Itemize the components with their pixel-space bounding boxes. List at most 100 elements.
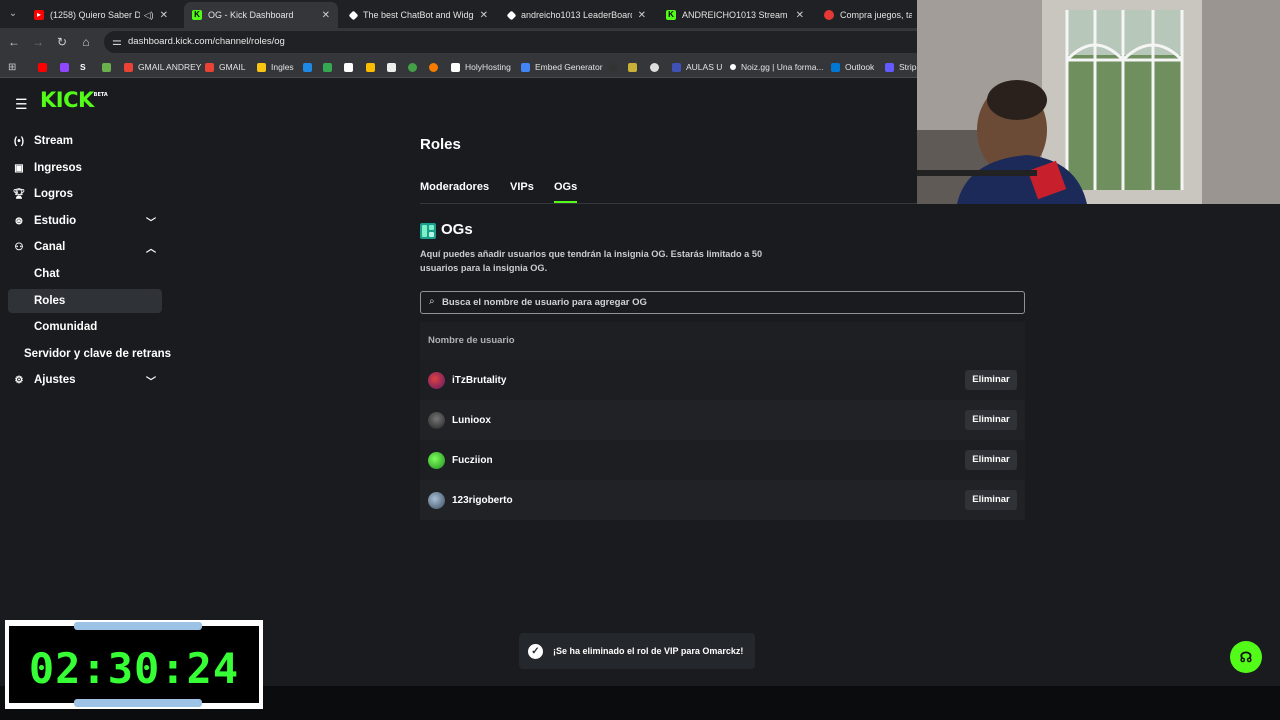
sidebar-item-chat[interactable]: Chat	[8, 262, 162, 286]
sidebar-item-ingresos[interactable]: ▣ Ingresos	[8, 156, 162, 180]
bookmark-outlook[interactable]: Outlook	[831, 60, 874, 74]
search-input[interactable]	[442, 295, 1002, 310]
app-icon	[628, 62, 637, 72]
support-chat-icon[interactable]: ☊	[1230, 641, 1262, 673]
site-info-icon[interactable]: ⚌	[112, 35, 122, 48]
streamelements-icon	[348, 10, 359, 20]
bookmark-white[interactable]	[344, 60, 358, 74]
bookmark-dark[interactable]	[387, 60, 401, 74]
bookmark-gmail[interactable]: GMAIL	[205, 60, 245, 74]
tab-close-icon[interactable]: ✕	[796, 10, 804, 21]
bookmark-twitch[interactable]	[60, 60, 74, 74]
sidebar-item-servidor[interactable]: Servidor y clave de retrans	[8, 342, 178, 366]
browser-tab[interactable]: K ANDREICHO1013 Stream - Wa ✕	[658, 2, 812, 28]
school-icon	[672, 62, 681, 72]
reload-icon[interactable]: ↻	[54, 34, 70, 50]
sidebar-item-comunidad[interactable]: Comunidad	[8, 315, 162, 339]
url-field[interactable]: ⚌ dashboard.kick.com/channel/roles/og	[104, 31, 934, 53]
back-icon[interactable]: ←	[6, 34, 22, 50]
apps-icon[interactable]: ⊞	[8, 60, 16, 74]
tab-close-icon[interactable]: ✕	[480, 10, 488, 21]
bookmark-s[interactable]: S	[80, 60, 86, 74]
trophy-icon: 🏆︎	[12, 188, 26, 200]
bookmark-youtube[interactable]	[38, 60, 52, 74]
remove-button[interactable]: Eliminar	[965, 370, 1017, 390]
tab-moderadores[interactable]: Moderadores	[420, 181, 489, 193]
bookmark-aulas[interactable]: AULAS U	[672, 60, 722, 74]
browser-tab[interactable]: The best ChatBot and Widgets ✕	[342, 2, 496, 28]
og-users-table: Nombre de usuario iTzBrutality Eliminar …	[420, 322, 1025, 520]
v-icon	[102, 62, 111, 72]
bookmark-noiz[interactable]: Noiz.gg | Una forma...	[730, 60, 824, 74]
browser-tab-active[interactable]: K OG - Kick Dashboard ✕	[184, 2, 338, 28]
tab-search-icon[interactable]: ⌄	[4, 5, 22, 23]
app-icon	[303, 62, 312, 72]
forward-icon[interactable]: →	[30, 34, 46, 50]
timer-top-bar	[74, 622, 202, 630]
toast-notification: ✓ ¡Se ha eliminado el rol de VIP para Om…	[519, 633, 755, 669]
bookmark-github[interactable]	[650, 60, 664, 74]
browser-tab[interactable]: Compra juegos, tarjeta	[816, 2, 920, 28]
tab-close-icon[interactable]: ✕	[322, 10, 330, 21]
tab-close-icon[interactable]: ✕	[638, 10, 646, 21]
sidebar-item-canal[interactable]: ⚇ Canal ︿	[8, 235, 162, 259]
bookmark-green[interactable]	[408, 60, 422, 74]
bookmark-holyhosting[interactable]: HolyHosting	[451, 60, 511, 74]
tab-vips[interactable]: VIPs	[510, 181, 534, 193]
gmail-icon	[124, 62, 133, 72]
noiz-icon	[730, 64, 736, 70]
audio-icon[interactable]: ◁)	[144, 10, 154, 21]
gmail-icon	[205, 62, 214, 72]
embed-icon	[521, 62, 530, 72]
home-icon[interactable]: ⌂	[78, 34, 94, 50]
avatar	[428, 491, 445, 509]
webcam-overlay	[917, 0, 1280, 204]
check-icon: ✓	[528, 643, 543, 659]
bookmark-gmail-andrey[interactable]: GMAIL ANDREY	[124, 60, 201, 74]
gear-icon: ⚙	[14, 374, 24, 386]
avatar	[428, 371, 445, 389]
timer-bottom-bar	[74, 699, 202, 707]
github-icon	[650, 62, 659, 72]
webcam-image	[917, 0, 1280, 204]
remove-button[interactable]: Eliminar	[965, 410, 1017, 430]
app-icon	[387, 62, 396, 72]
studio-icon: ⊛	[14, 215, 24, 227]
kick-icon: K	[666, 10, 676, 20]
bookmark-v[interactable]	[102, 60, 116, 74]
stream-timer: 02:30:24	[5, 620, 263, 709]
table-row: iTzBrutality Eliminar	[420, 360, 1025, 400]
outlook-icon	[831, 62, 840, 72]
timer-value: 02:30:24	[28, 644, 240, 693]
sidebar-item-logros[interactable]: 🏆︎ Logros	[8, 182, 162, 206]
sidebar-item-ajustes[interactable]: ⚙ Ajustes ﹀	[8, 368, 162, 392]
bookmark-blue[interactable]	[303, 60, 317, 74]
bookmark-sheets[interactable]	[323, 60, 337, 74]
browser-tab[interactable]: andreicho1013 LeaderBoard | Ti ✕	[500, 2, 654, 28]
remove-button[interactable]: Eliminar	[965, 490, 1017, 510]
kick-icon: K	[192, 10, 202, 20]
store-icon	[824, 10, 834, 20]
bookmark-drive[interactable]	[366, 60, 380, 74]
plus-icon	[323, 62, 332, 72]
bookmark-orange[interactable]	[429, 60, 443, 74]
bookmark-yellow[interactable]	[628, 60, 642, 74]
chevron-down-icon: ﹀	[146, 376, 156, 388]
bookmark-ingles[interactable]: Ingles	[257, 60, 294, 74]
tab-close-icon[interactable]: ✕	[160, 10, 168, 21]
table-body: iTzBrutality Eliminar Lunioox Eliminar F…	[420, 360, 1025, 520]
stripe-icon	[885, 62, 894, 72]
drive-icon	[366, 62, 375, 72]
remove-button[interactable]: Eliminar	[965, 450, 1017, 470]
chevron-down-icon: ﹀	[146, 217, 156, 229]
tab-ogs[interactable]: OGs	[554, 181, 578, 203]
bookmark-embed[interactable]: Embed Generator	[521, 60, 603, 74]
bookmark-dark2[interactable]	[608, 60, 622, 74]
sidebar-item-roles[interactable]: Roles	[8, 289, 162, 313]
browser-tab[interactable]: ▸ (1258) Quiero Saber De Ti ◁) ✕	[26, 2, 176, 28]
kick-logo[interactable]: KICK BETA	[40, 88, 108, 112]
bookmark-stripe[interactable]: Stripe	[885, 60, 921, 74]
sidebar-item-estudio[interactable]: ⊛ Estudio ﹀	[8, 209, 162, 233]
sidebar-item-stream[interactable]: (•) Stream	[8, 129, 162, 153]
menu-icon[interactable]: ☰	[15, 96, 28, 113]
